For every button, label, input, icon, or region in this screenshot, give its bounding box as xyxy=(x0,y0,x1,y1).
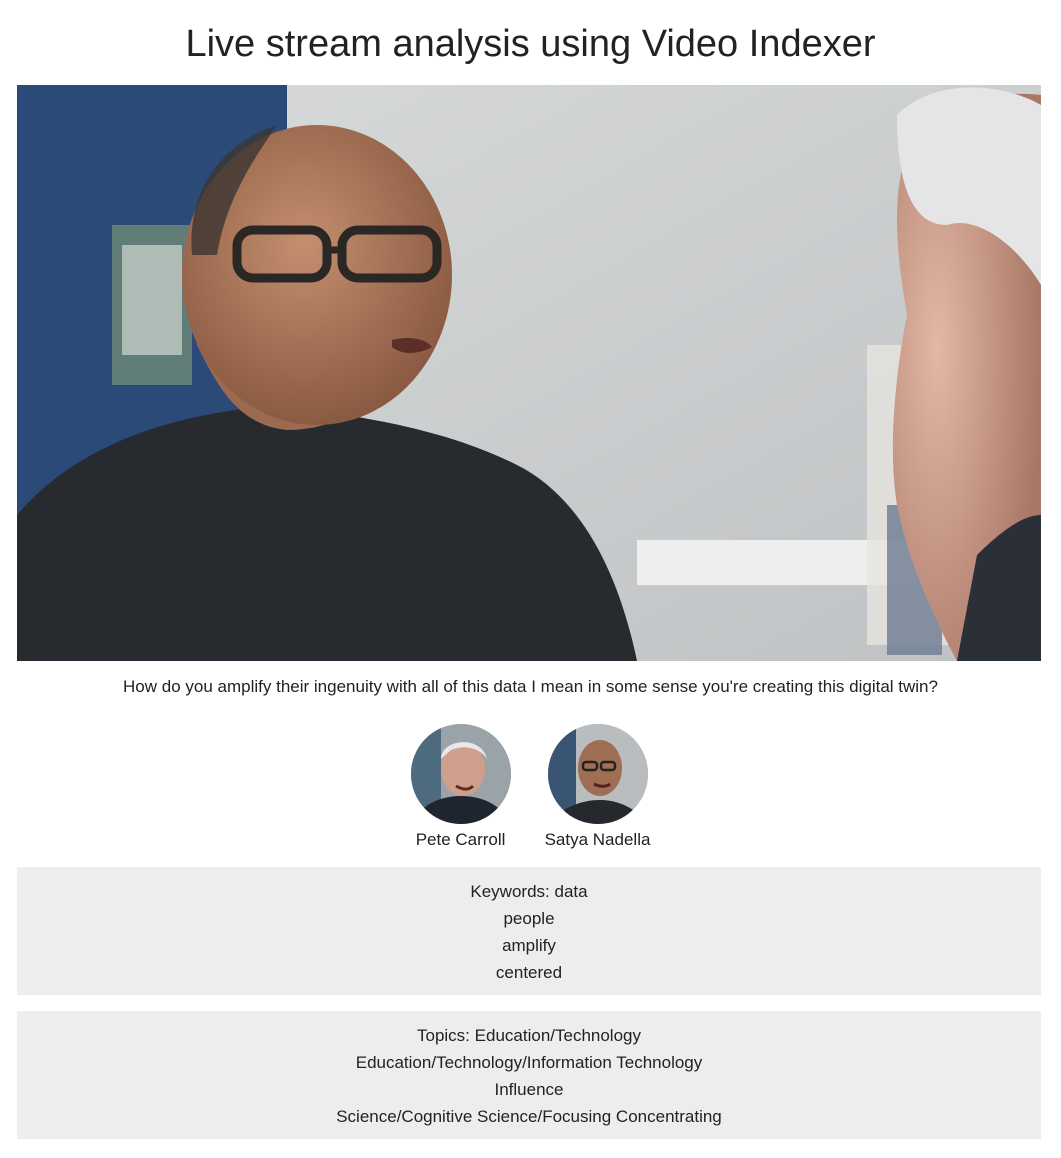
topic-item: Education/Technology/Information Technol… xyxy=(355,1053,703,1072)
keyword-item: centered xyxy=(495,963,563,982)
person-name: Satya Nadella xyxy=(544,830,651,849)
topic-item: Science/Cognitive Science/Focusing Conce… xyxy=(336,1107,722,1126)
keywords-panel: Keywords: data people amplify centered xyxy=(17,867,1041,995)
topics-label: Topics: xyxy=(417,1026,470,1045)
keyword-item: data xyxy=(554,882,588,901)
video-frame-image xyxy=(17,85,1041,661)
person-name: Pete Carroll xyxy=(415,830,506,849)
topic-item: Education/Technology xyxy=(474,1026,641,1045)
keyword-item: amplify xyxy=(502,936,556,955)
people-list: Pete Carroll Satya Nadella xyxy=(0,724,1061,851)
video-caption: How do you amplify their ingenuity with … xyxy=(123,677,938,696)
person-face-icon xyxy=(547,724,648,824)
person-pete-carroll[interactable]: Pete Carroll xyxy=(410,724,511,851)
topic-item: Influence xyxy=(494,1080,564,1099)
topic-line-1: Topics: Education/Technology xyxy=(17,1022,1041,1049)
person-satya-nadella[interactable]: Satya Nadella xyxy=(544,724,651,851)
topics-panel: Topics: Education/Technology Education/T… xyxy=(17,1011,1041,1139)
video-player[interactable] xyxy=(17,85,1041,661)
keyword-line-1: Keywords: data xyxy=(17,878,1041,905)
person-face-icon xyxy=(410,724,511,824)
keyword-item: people xyxy=(503,909,555,928)
keywords-label: Keywords: xyxy=(470,882,550,901)
page-title: Live stream analysis using Video Indexer xyxy=(185,23,876,65)
